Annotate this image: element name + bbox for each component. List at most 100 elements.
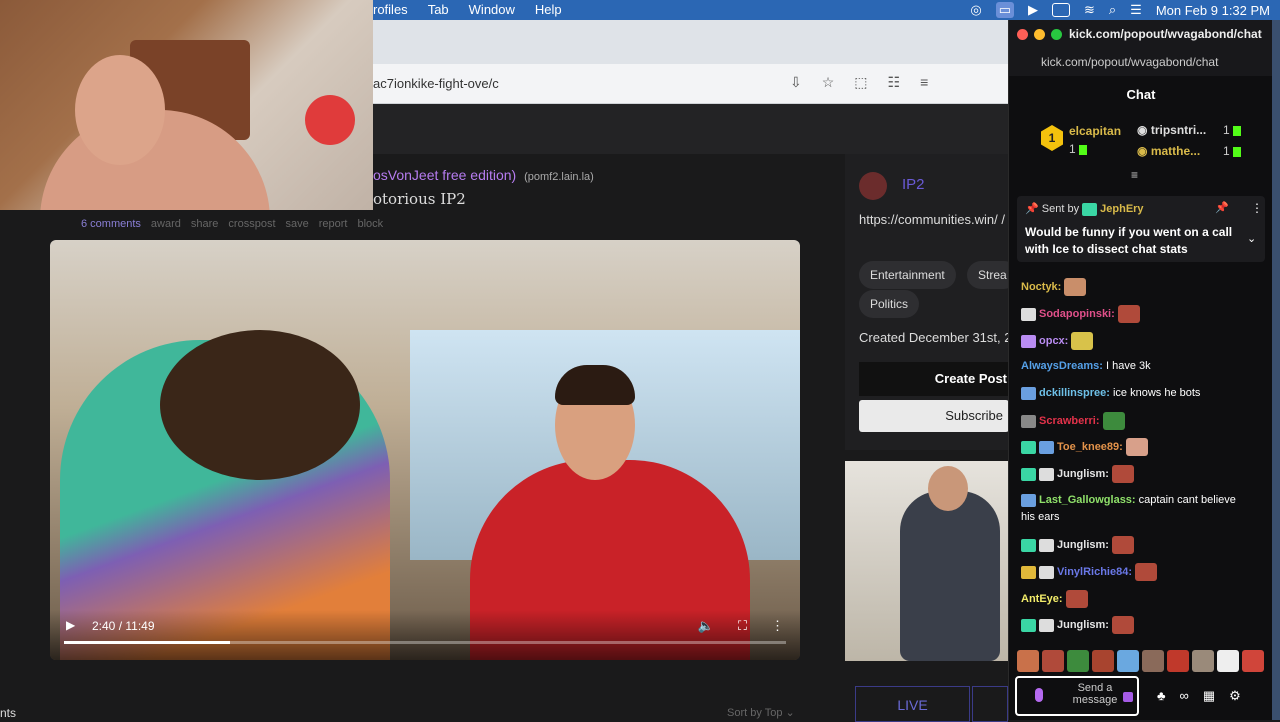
emote-icon[interactable] xyxy=(1142,650,1164,672)
chat-message[interactable]: Sodapopinski: xyxy=(1021,305,1140,323)
chat-username[interactable]: opcx: xyxy=(1039,335,1068,347)
chat-message[interactable]: Noctyk: xyxy=(1021,278,1087,296)
chat-username[interactable]: Sodapopinski: xyxy=(1039,308,1115,320)
chat-username[interactable]: Scrawberri: xyxy=(1039,415,1100,427)
wifi-icon[interactable]: ≋ xyxy=(1084,2,1095,18)
share-link[interactable]: share xyxy=(191,218,219,230)
emote-icon[interactable] xyxy=(1192,650,1214,672)
leaderboard-user-3[interactable]: ◉ matthe... xyxy=(1137,144,1200,158)
emote-icon[interactable] xyxy=(1092,650,1114,672)
tag-politics[interactable]: Politics xyxy=(859,290,920,318)
chat-message[interactable]: AlwaysDreams: I have 3k xyxy=(1021,358,1151,375)
screen-share-icon[interactable]: ▭ xyxy=(995,2,1014,18)
emote-icon[interactable] xyxy=(1167,650,1189,672)
video-player[interactable]: ▶ 2:40 / 11:49 🔈 ⛶ ⋮ xyxy=(50,240,800,660)
chat-username[interactable]: Toe_knee89: xyxy=(1057,441,1123,453)
chat-input[interactable]: Send a message xyxy=(1015,676,1139,716)
more-icon[interactable]: ⋮ xyxy=(771,618,784,634)
menu-window[interactable]: Window xyxy=(469,2,515,17)
video-progress-bar[interactable] xyxy=(64,641,786,644)
community-name[interactable]: IP2 xyxy=(902,176,925,193)
chat-username[interactable]: AlwaysDreams: xyxy=(1021,360,1103,372)
minimize-icon[interactable] xyxy=(1034,29,1045,40)
secondary-tab-button[interactable] xyxy=(972,686,1008,722)
subscribe-button[interactable]: Subscribe xyxy=(859,400,1009,432)
community-avatar[interactable] xyxy=(859,172,887,200)
reader-icon[interactable]: ☷ xyxy=(888,74,901,91)
menu-tab[interactable]: Tab xyxy=(428,2,449,17)
chat-username[interactable]: Noctyk: xyxy=(1021,281,1061,293)
report-link[interactable]: report xyxy=(319,218,348,230)
expand-leaderboard-icon[interactable]: ≡ xyxy=(1131,168,1138,182)
award-link[interactable]: award xyxy=(151,218,181,230)
chat-message[interactable]: Last_Gallowglass: captain cant believe xyxy=(1021,492,1236,509)
post-title-text[interactable]: osVonJeet free edition) xyxy=(373,167,516,183)
leaderboard-user-3-name[interactable]: matthe... xyxy=(1151,144,1200,158)
control-center-icon[interactable]: ☰ xyxy=(1130,2,1142,18)
pinned-message[interactable]: 📌 Sent by JephEry Would be funny if you … xyxy=(1017,196,1265,262)
chat-message[interactable]: Junglism: xyxy=(1021,616,1134,634)
star-icon[interactable]: ☆ xyxy=(822,74,835,91)
maximize-icon[interactable] xyxy=(1051,29,1062,40)
live-button[interactable]: LIVE xyxy=(855,686,970,722)
tag-entertainment[interactable]: Entertainment xyxy=(859,261,956,289)
chat-username[interactable]: VinylRichie84: xyxy=(1057,566,1132,578)
chat-message[interactable]: dckillinspree: ice knows he bots xyxy=(1021,385,1200,402)
store-icon[interactable]: ▦ xyxy=(1203,688,1215,704)
create-post-button[interactable]: Create Post xyxy=(859,362,1009,396)
emote-icon[interactable] xyxy=(1217,650,1239,672)
chat-message[interactable]: Scrawberri: xyxy=(1021,412,1125,430)
install-icon[interactable]: ⇩ xyxy=(790,74,802,91)
fullscreen-icon[interactable]: ⛶ xyxy=(738,618,747,634)
chat-message[interactable]: VinylRichie84: xyxy=(1021,563,1157,581)
emote-icon[interactable] xyxy=(1042,650,1064,672)
comments-link[interactable]: 6 comments xyxy=(81,218,141,230)
extensions-icon[interactable]: ⬚ xyxy=(854,74,867,91)
search-icon[interactable]: ⌕ xyxy=(1109,2,1116,18)
close-icon[interactable] xyxy=(1017,29,1028,40)
menu-icon[interactable]: ≡ xyxy=(920,74,928,91)
chat-message[interactable]: AntEye: xyxy=(1021,590,1088,608)
emote-icon[interactable] xyxy=(1117,650,1139,672)
chat-username[interactable]: dckillinspree: xyxy=(1039,387,1110,399)
chat-username[interactable]: Junglism: xyxy=(1057,468,1109,480)
chat-username[interactable]: Junglism: xyxy=(1057,619,1109,631)
datetime[interactable]: Mon Feb 9 1:32 PM xyxy=(1156,3,1270,18)
chat-url-bar[interactable]: kick.com/popout/wvagabond/chat xyxy=(1009,50,1273,76)
post-source[interactable]: (pomf2.lain.la) xyxy=(524,171,594,183)
crosspost-link[interactable]: crosspost xyxy=(228,218,275,230)
chat-message[interactable]: Junglism: xyxy=(1021,536,1134,554)
chat-username[interactable]: AntEye: xyxy=(1021,593,1063,605)
battery-icon[interactable] xyxy=(1051,3,1070,17)
leaderboard-user-2-name[interactable]: tripsntri... xyxy=(1151,123,1206,137)
settings-gear-icon[interactable]: ⚙ xyxy=(1229,688,1241,704)
sync-icon[interactable]: ◎ xyxy=(970,2,981,18)
chat-message[interactable]: Toe_knee89: xyxy=(1021,438,1148,456)
leaderboard-user-1[interactable]: elcapitan xyxy=(1069,124,1121,138)
leaderboard-user-2[interactable]: ◉ tripsntri... xyxy=(1137,123,1206,137)
address-bar[interactable]: ac7ionkike-fight-ove/c xyxy=(373,76,499,91)
more-options-icon[interactable]: ⋮ xyxy=(1251,201,1263,215)
menu-profiles[interactable]: rofiles xyxy=(373,2,408,17)
microphone-icon[interactable] xyxy=(1035,688,1043,702)
chevron-down-icon[interactable]: ⌄ xyxy=(1247,232,1256,245)
save-link[interactable]: save xyxy=(286,218,309,230)
chat-username[interactable]: Last_Gallowglass: xyxy=(1039,494,1136,506)
pin-icon[interactable]: 📌 xyxy=(1215,201,1229,214)
emote-icon[interactable] xyxy=(1017,650,1039,672)
infinity-icon[interactable]: ∞ xyxy=(1180,688,1189,704)
volume-icon[interactable]: 🔈 xyxy=(698,618,714,634)
community-url[interactable]: https://communities.win/ / xyxy=(859,210,1019,230)
emoji-picker-icon[interactable] xyxy=(1123,692,1133,702)
sidebar-thumbnail[interactable] xyxy=(845,461,1008,661)
emote-icon[interactable] xyxy=(1242,650,1264,672)
gift-icon[interactable]: ♣ xyxy=(1157,688,1166,704)
menu-help[interactable]: Help xyxy=(535,2,562,17)
chat-message[interactable]: Junglism: xyxy=(1021,465,1134,483)
chat-message[interactable]: opcx: xyxy=(1021,332,1094,350)
chat-username[interactable]: Junglism: xyxy=(1057,539,1109,551)
block-link[interactable]: block xyxy=(358,218,384,230)
play-icon[interactable]: ▶ xyxy=(1028,2,1038,18)
post-title[interactable]: osVonJeet free edition) (pomf2.lain.la) xyxy=(373,167,594,183)
sort-dropdown[interactable]: Sort by Top ⌄ xyxy=(727,706,795,719)
